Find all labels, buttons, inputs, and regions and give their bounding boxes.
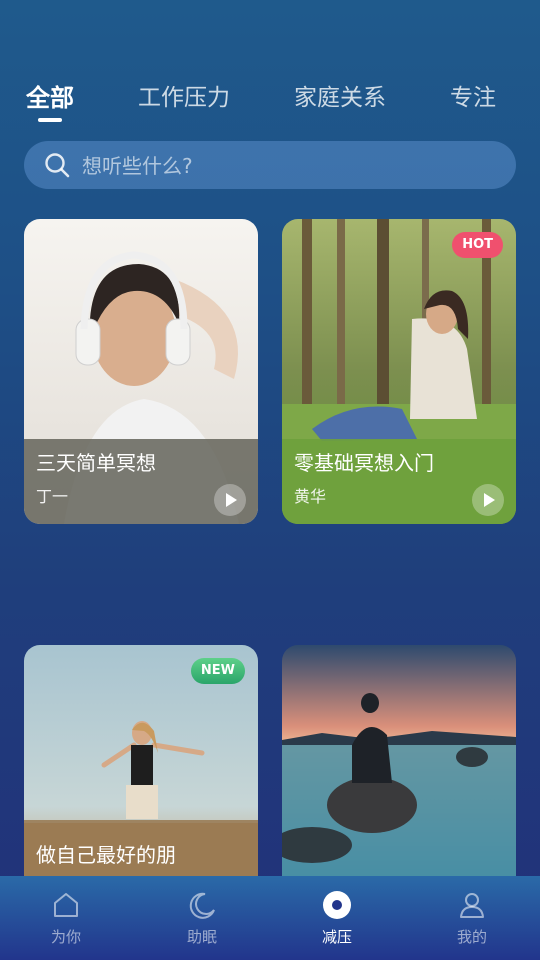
tab-family[interactable]: 家庭关系: [294, 78, 386, 112]
record-icon: [323, 891, 351, 919]
card-title: 零基础冥想入门: [294, 451, 434, 475]
bottom-tab-bar: 为你 助眠 减压 我的: [0, 876, 540, 960]
new-badge: NEW: [190, 658, 245, 684]
card-author: 丁一: [36, 487, 69, 506]
course-image: [282, 645, 516, 876]
home-icon: [54, 893, 78, 917]
card-author: 黄华: [294, 487, 327, 506]
tab-focus[interactable]: 专注: [450, 78, 496, 112]
search-icon: [45, 153, 70, 178]
hot-badge: HOT: [452, 232, 503, 258]
course-card[interactable]: HOT 零基础冥想入门 黄华: [282, 219, 516, 524]
search-bar[interactable]: [24, 141, 516, 189]
tab-work-stress[interactable]: 工作压力: [138, 78, 230, 112]
tabbar-label: 减压: [321, 928, 352, 946]
course-card[interactable]: NEW 做自己最好的朋: [24, 645, 258, 876]
tabbar-item-destress[interactable]: 减压: [297, 890, 377, 947]
tabbar-item-for-you[interactable]: 为你: [26, 890, 106, 947]
user-icon: [460, 893, 484, 918]
tabbar-label: 为你: [50, 928, 81, 946]
tabbar-label: 助眠: [186, 928, 217, 946]
play-icon[interactable]: [214, 484, 246, 516]
tab-all[interactable]: 全部: [26, 78, 74, 113]
moon-icon: [189, 892, 215, 919]
tabbar-item-me[interactable]: 我的: [432, 890, 512, 947]
active-tab-indicator: [38, 118, 62, 122]
tabbar-item-sleep[interactable]: 助眠: [162, 890, 242, 947]
play-icon[interactable]: [472, 484, 504, 516]
course-card[interactable]: 三天简单冥想 丁一: [24, 219, 258, 524]
card-title: 做自己最好的朋: [36, 843, 176, 867]
card-title: 三天简单冥想: [36, 451, 156, 475]
search-input[interactable]: [80, 149, 484, 183]
tabbar-label: 我的: [456, 928, 487, 946]
course-card[interactable]: [282, 645, 516, 876]
category-tabs: 全部 工作压力 家庭关系 专注: [26, 78, 520, 118]
